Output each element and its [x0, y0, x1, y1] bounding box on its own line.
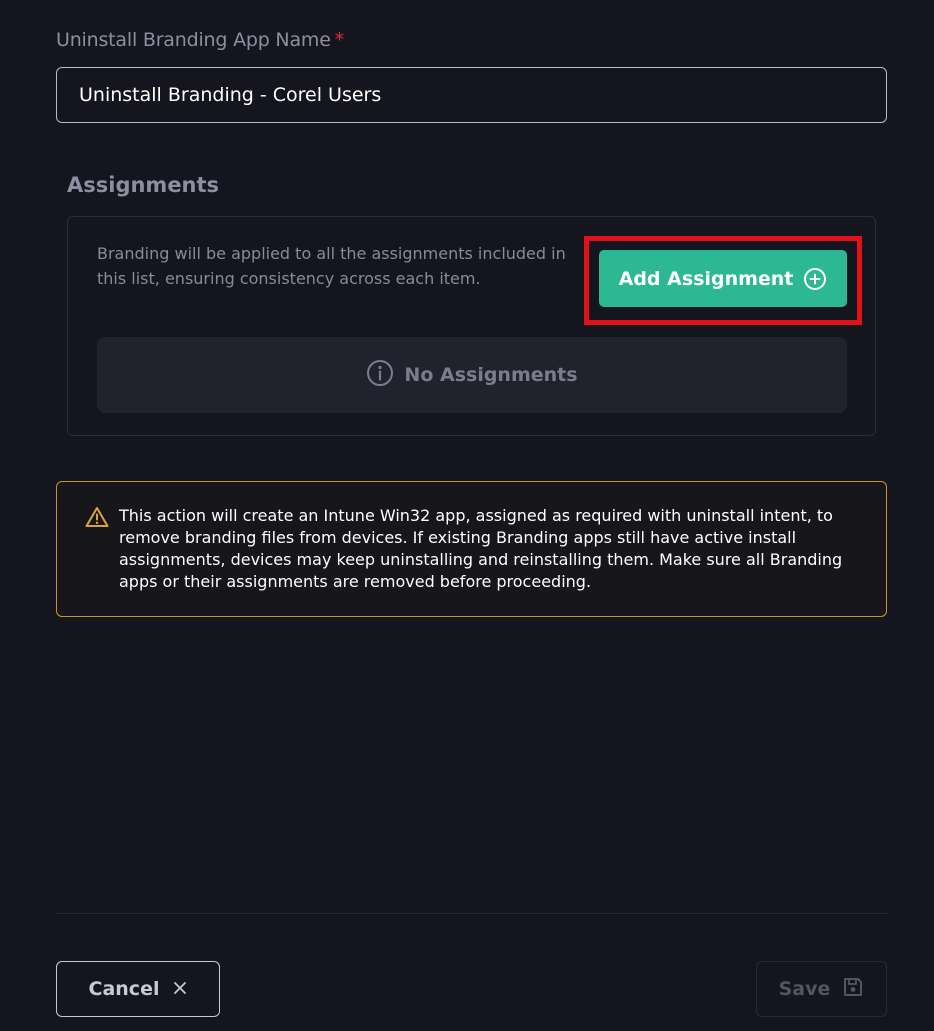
- warning-triangle-icon: [85, 506, 109, 532]
- plus-circle-icon: [803, 267, 827, 291]
- save-disk-icon: [842, 976, 864, 1003]
- assignments-description: Branding will be applied to all the assi…: [97, 244, 566, 288]
- add-assignment-button[interactable]: Add Assignment: [599, 250, 847, 307]
- cancel-button[interactable]: Cancel: [56, 961, 220, 1017]
- uninstall-branding-form: Uninstall Branding App Name * Uninstall B…: [0, 0, 934, 1031]
- save-label: Save: [778, 978, 831, 1000]
- required-marker: *: [334, 29, 345, 51]
- info-circle-icon: [366, 359, 394, 392]
- assignments-title: Assignments: [67, 173, 220, 197]
- app-name-input-value: Uninstall Branding - Corel Users: [79, 84, 382, 106]
- app-name-input[interactable]: Uninstall Branding - Corel Users: [56, 67, 887, 123]
- assignments-card: Branding will be applied to all the assi…: [67, 216, 876, 436]
- close-icon: [173, 978, 187, 1000]
- footer-divider: [56, 913, 887, 914]
- save-button[interactable]: Save: [756, 961, 887, 1017]
- no-assignments-placeholder: No Assignments: [97, 337, 847, 413]
- warning-notice: This action will create an Intune Win32 …: [56, 481, 887, 617]
- warning-text: This action will create an Intune Win32 …: [119, 506, 843, 591]
- app-name-label-text: Uninstall Branding App Name: [56, 29, 331, 51]
- add-assignment-label: Add Assignment: [618, 267, 794, 290]
- no-assignments-text: No Assignments: [404, 364, 578, 386]
- cancel-label: Cancel: [88, 978, 160, 1000]
- app-name-label: Uninstall Branding App Name *: [56, 29, 344, 51]
